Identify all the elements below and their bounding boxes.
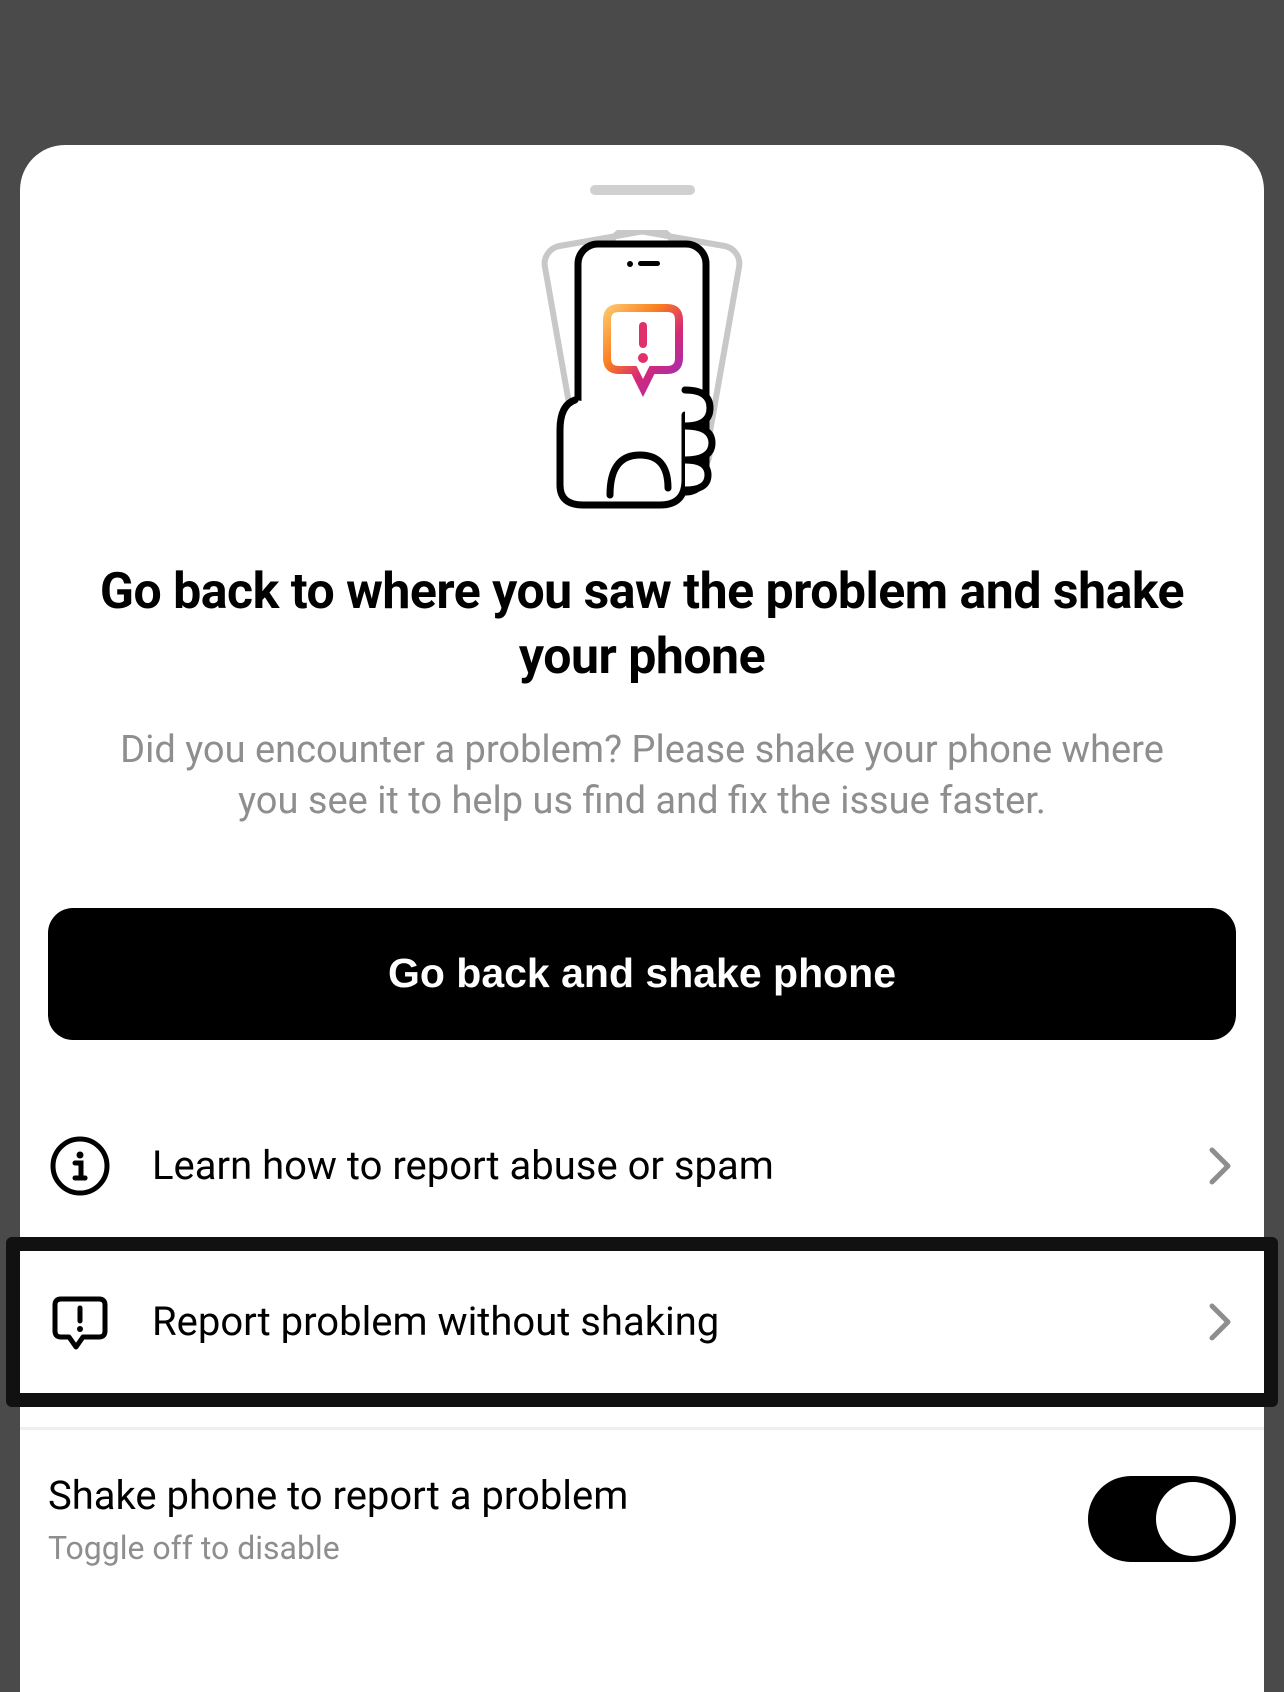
toggle-text-group: Shake phone to report a problem Toggle o… — [48, 1472, 1088, 1567]
shake-phone-illustration — [20, 230, 1264, 510]
chevron-right-icon — [1206, 1151, 1236, 1181]
learn-row-label: Learn how to report abuse or spam — [152, 1142, 1206, 1189]
primary-button-label: Go back and shake phone — [388, 950, 896, 997]
report-without-shaking-row[interactable]: Report problem without shaking — [20, 1251, 1264, 1393]
learn-report-abuse-row[interactable]: Learn how to report abuse or spam — [20, 1095, 1264, 1237]
sheet-subtext: Did you encounter a problem? Please shak… — [20, 725, 1264, 828]
shake-toggle-row: Shake phone to report a problem Toggle o… — [20, 1430, 1264, 1567]
report-bubble-icon — [48, 1290, 112, 1354]
report-row-label: Report problem without shaking — [152, 1298, 1206, 1345]
toggle-subtitle: Toggle off to disable — [48, 1529, 1088, 1567]
go-back-shake-button[interactable]: Go back and shake phone — [48, 908, 1236, 1040]
bottom-sheet: Go back to where you saw the problem and… — [20, 145, 1264, 1692]
report-without-shaking-highlight: Report problem without shaking — [6, 1237, 1278, 1407]
toggle-knob — [1156, 1482, 1230, 1556]
sheet-heading: Go back to where you saw the problem and… — [20, 560, 1264, 690]
shake-report-toggle[interactable] — [1088, 1476, 1236, 1562]
toggle-title: Shake phone to report a problem — [48, 1472, 1088, 1519]
info-icon — [48, 1134, 112, 1198]
chevron-right-icon — [1206, 1307, 1236, 1337]
drag-handle[interactable] — [590, 185, 695, 195]
